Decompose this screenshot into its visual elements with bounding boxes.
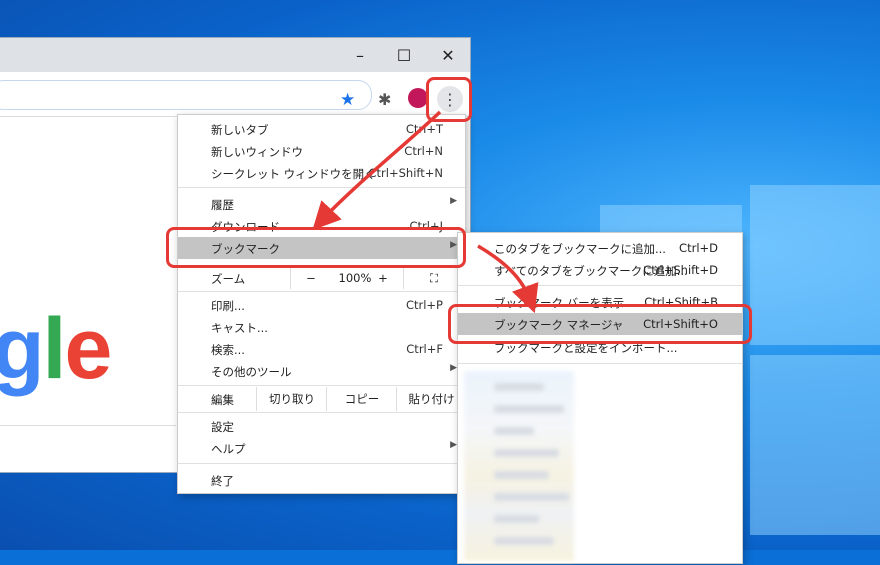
bookmarks-submenu: このタブをブックマークに追加... Ctrl+D すべてのタブをブックマークに追加… bbox=[457, 232, 743, 564]
highlight-menu-button bbox=[426, 77, 472, 122]
menu-item-more-tools[interactable]: その他のツール ▶ bbox=[178, 360, 465, 382]
menu-item-help[interactable]: ヘルプ ▶ bbox=[178, 437, 465, 459]
profile-avatar[interactable] bbox=[408, 88, 428, 108]
chrome-menu: 新しいタブ Ctrl+T 新しいウィンドウ Ctrl+N シークレット ウィンドウを… bbox=[177, 114, 466, 494]
blurred-bookmark-list bbox=[464, 371, 574, 561]
browser-toolbar bbox=[0, 72, 470, 117]
highlight-bookmarks-item bbox=[166, 227, 466, 268]
menu-item-cast[interactable]: キャスト... bbox=[178, 316, 465, 338]
address-bar[interactable] bbox=[0, 80, 372, 110]
maximize-button[interactable]: ☐ bbox=[382, 38, 426, 72]
zoom-out-button[interactable]: − bbox=[290, 267, 331, 289]
menu-item-new-tab[interactable]: 新しいタブ Ctrl+T bbox=[178, 118, 465, 140]
cut-button[interactable]: 切り取り bbox=[256, 387, 327, 411]
bookmark-star-icon[interactable]: ★ bbox=[340, 90, 355, 110]
highlight-bookmark-manager bbox=[448, 304, 752, 344]
title-bar: – ☐ ✕ bbox=[0, 38, 470, 72]
menu-item-new-window[interactable]: 新しいウィンドウ Ctrl+N bbox=[178, 140, 465, 162]
copy-button[interactable]: コピー bbox=[326, 387, 397, 411]
minimize-icon: – bbox=[356, 45, 364, 65]
zoom-row: ズーム − 100% + ⛶ bbox=[178, 266, 465, 290]
minimize-button[interactable]: – bbox=[338, 38, 382, 72]
menu-item-exit[interactable]: 終了 bbox=[178, 469, 465, 491]
fullscreen-icon: ⛶ bbox=[429, 270, 439, 285]
google-logo: gle bbox=[0, 301, 112, 397]
content-divider bbox=[0, 425, 176, 426]
close-icon: ✕ bbox=[441, 45, 455, 65]
zoom-in-button[interactable]: + bbox=[363, 267, 403, 289]
menu-item-print[interactable]: 印刷... Ctrl+P bbox=[178, 294, 465, 316]
maximize-icon: ☐ bbox=[396, 45, 412, 65]
fullscreen-button[interactable]: ⛶ bbox=[403, 267, 464, 289]
menu-item-incognito[interactable]: シークレット ウィンドウを開く Ctrl+Shift+N bbox=[178, 162, 465, 184]
paste-button[interactable]: 貼り付け bbox=[396, 387, 466, 411]
submenu-item-bookmark-all[interactable]: すべてのタブをブックマークに追加... Ctrl+Shift+D bbox=[458, 259, 742, 281]
menu-item-history[interactable]: 履歴 ▶ bbox=[178, 193, 465, 215]
edit-row: 編集 切り取り コピー 貼り付け bbox=[178, 387, 465, 411]
menu-item-find[interactable]: 検索... Ctrl+F bbox=[178, 338, 465, 360]
submenu-item-bookmark-tab[interactable]: このタブをブックマークに追加... Ctrl+D bbox=[458, 237, 742, 259]
menu-item-settings[interactable]: 設定 bbox=[178, 415, 465, 437]
extensions-icon[interactable]: ✱ bbox=[378, 90, 391, 109]
close-button[interactable]: ✕ bbox=[426, 38, 470, 72]
